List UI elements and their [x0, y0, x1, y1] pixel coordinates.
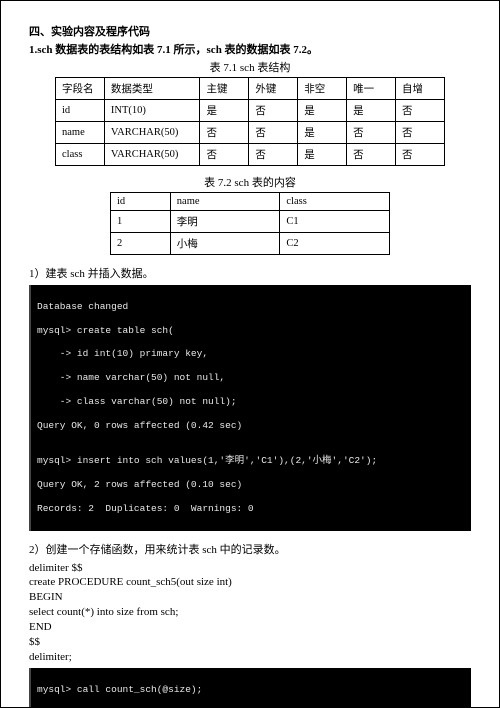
table-row: id name class	[111, 193, 390, 211]
table-row: class VARCHAR(50) 否 否 是 否 否	[56, 144, 445, 166]
terminal-block-2: mysql> call count_sch(@size); Query OK, …	[29, 668, 471, 708]
table-row: 2 小梅 C2	[111, 233, 390, 255]
table-row: 字段名 数据类型 主键 外键 非空 唯一 自增	[56, 78, 445, 100]
step1-text: 1）建表 sch 并插入数据。	[29, 265, 471, 281]
table-row: 1 李明 C1	[111, 211, 390, 233]
table-row: name VARCHAR(50) 否 否 是 否 否	[56, 122, 445, 144]
table-71: 字段名 数据类型 主键 外键 非空 唯一 自增 id INT(10) 是 否 是…	[55, 77, 445, 166]
step2-text: 2）创建一个存储函数，用来统计表 sch 中的记录数。	[29, 541, 471, 557]
table72-caption: 表 7.2 sch 表的内容	[29, 174, 471, 190]
table71-caption: 表 7.1 sch 表结构	[29, 59, 471, 75]
code-block-2: delimiter $$ create PROCEDURE count_sch5…	[29, 561, 471, 665]
item1-heading: 1.sch 数据表的表结构如表 7.1 所示，sch 表的数据如表 7.2。	[29, 41, 471, 57]
section-heading: 四、实验内容及程序代码	[29, 23, 471, 39]
terminal-block-1: Database changed mysql> create table sch…	[29, 285, 471, 531]
table-row: id INT(10) 是 否 是 是 否	[56, 100, 445, 122]
table-72: id name class 1 李明 C1 2 小梅 C2	[110, 192, 390, 255]
